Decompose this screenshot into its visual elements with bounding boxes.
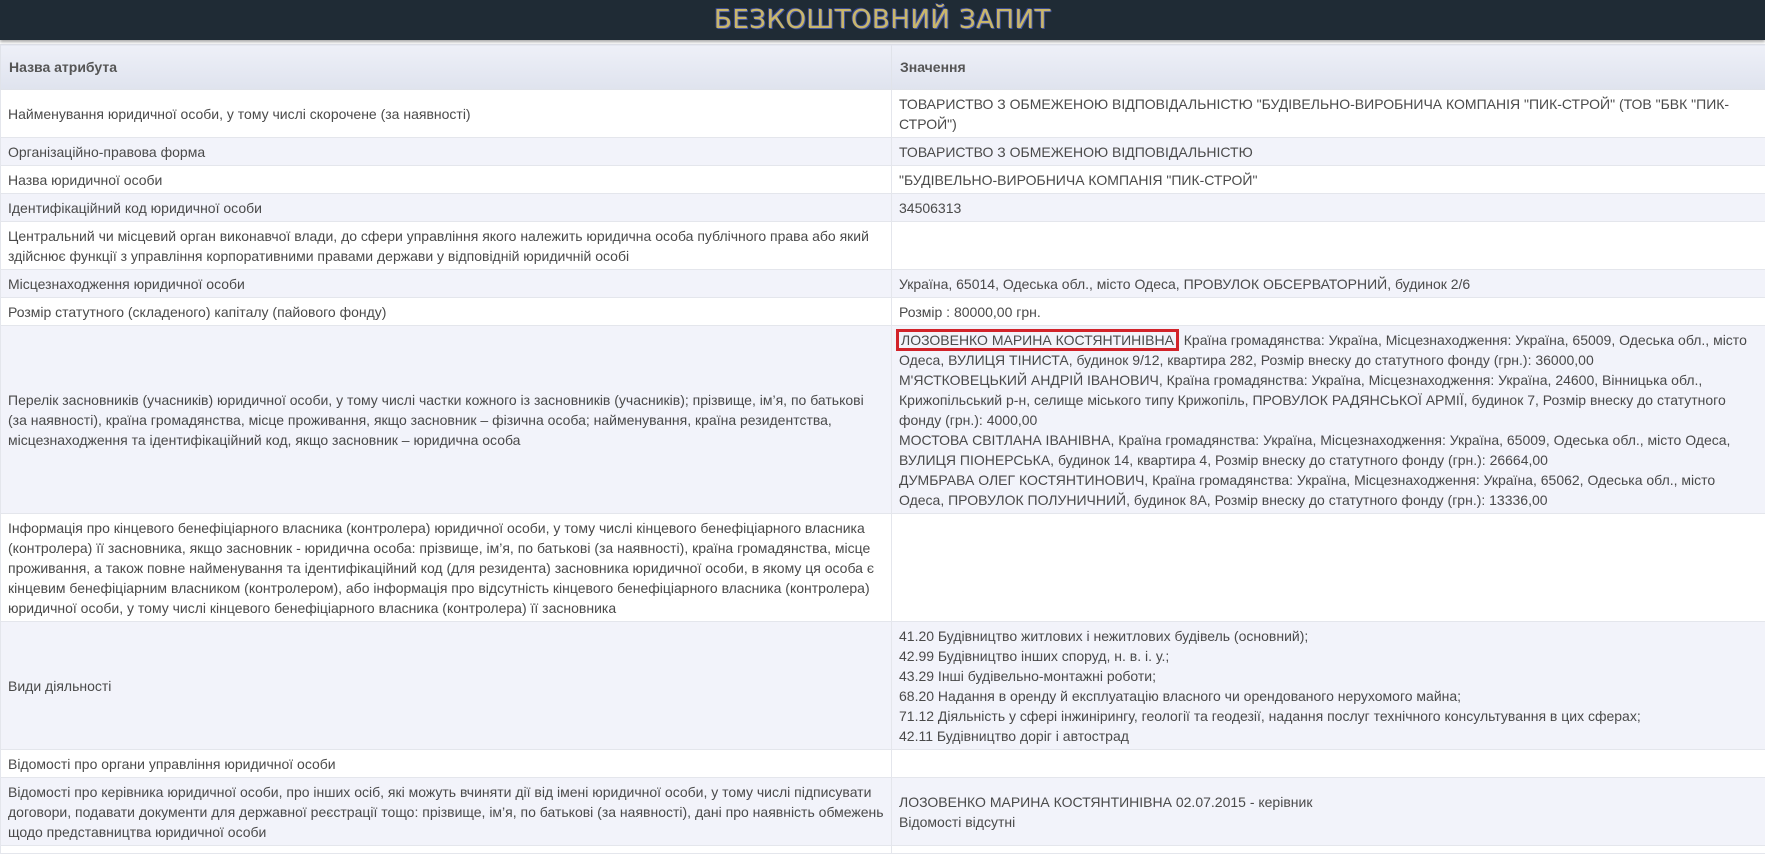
founder-entry: МОСТОВА СВІТЛАНА ІВАНІВНА, Країна громад… — [899, 430, 1759, 470]
value-line: Розмір : 80000,00 грн. — [899, 302, 1759, 322]
table-row: Ідентифікаційний код юридичної особи 3450… — [1, 194, 1765, 222]
value-cell — [892, 222, 1765, 270]
value-line: ТОВАРИСТВО З ОБМЕЖЕНОЮ ВІДПОВІДАЛЬНІСТЮ … — [899, 94, 1759, 134]
table-row: Найменування юридичної особи, у тому чис… — [1, 90, 1765, 138]
table-row: Інформація про кінцевого бенефіціарного … — [1, 514, 1765, 622]
value-cell — [892, 514, 1765, 622]
value-cell — [892, 750, 1765, 778]
value-line: 41.20 Будівництво житлових і нежитлових … — [899, 626, 1759, 646]
table-row: Місцезнаходження юридичної особи Україна,… — [1, 270, 1765, 298]
founder-name: М'ЯСТКОВЕЦЬКИЙ АНДРІЙ ІВАНОВИЧ — [899, 372, 1159, 388]
value-cell: 34506313 — [892, 194, 1765, 222]
column-header-attribute[interactable]: Назва атрибута — [1, 45, 892, 90]
value-line: 42.11 Будівництво доріг і автострад — [899, 726, 1759, 746]
attribute-cell — [1, 846, 892, 854]
founder-name: МОСТОВА СВІТЛАНА ІВАНІВНА — [899, 432, 1110, 448]
attribute-cell: Відомості про керівника юридичної особи,… — [1, 778, 892, 846]
value-line: 34506313 — [899, 198, 1759, 218]
value-cell: ЛОЗОВЕНКО МАРИНА КОСТЯНТИНІВНА 02.07.201… — [892, 778, 1765, 846]
value-line: 43.29 Інші будівельно-монтажні роботи; — [899, 666, 1759, 686]
value-cell: Розмір : 80000,00 грн. — [892, 298, 1765, 326]
attributes-table: Назва атрибута Значення Найменування юри… — [0, 44, 1765, 854]
page-banner: БЕЗКОШТОВНИЙ ЗАПИТ — [0, 0, 1765, 40]
table-row: Види діяльності 41.20 Будівництво житлови… — [1, 622, 1765, 750]
attribute-cell: Найменування юридичної особи, у тому чис… — [1, 90, 892, 138]
value-cell: ТОВАРИСТВО З ОБМЕЖЕНОЮ ВІДПОВІДАЛЬНІСТЮ … — [892, 90, 1765, 138]
founder-entry: ЛОЗОВЕНКО МАРИНА КОСТЯНТИНІВНА, Країна г… — [899, 330, 1759, 370]
attribute-cell: Види діяльності — [1, 622, 892, 750]
table-row: Відомості про керівника юридичної особи,… — [1, 778, 1765, 846]
page-title: БЕЗКОШТОВНИЙ ЗАПИТ — [714, 5, 1051, 35]
founder-entry: ДУМБРАВА ОЛЕГ КОСТЯНТИНОВИЧ, Країна гром… — [899, 470, 1759, 510]
table-row: Перелік засновників (учасників) юридично… — [1, 326, 1765, 514]
table-row: Розмір статутного (складеного) капіталу … — [1, 298, 1765, 326]
table-row: Назва юридичної особи "БУДІВЕЛЬНО-ВИРОБНИ… — [1, 166, 1765, 194]
column-header-value[interactable]: Значення — [892, 45, 1765, 90]
value-line: 71.12 Діяльність у сфері інжинірингу, ге… — [899, 706, 1759, 726]
table-body: Найменування юридичної особи, у тому чис… — [1, 90, 1765, 854]
table-row: Центральний чи місцевий орган виконавчої… — [1, 222, 1765, 270]
attribute-cell: Назва юридичної особи — [1, 166, 892, 194]
founder-entry: М'ЯСТКОВЕЦЬКИЙ АНДРІЙ ІВАНОВИЧ, Країна г… — [899, 370, 1759, 430]
value-cell: "БУДІВЕЛЬНО-ВИРОБНИЧА КОМПАНІЯ "ПИК-СТРО… — [892, 166, 1765, 194]
founder-name-highlighted: ЛОЗОВЕНКО МАРИНА КОСТЯНТИНІВНА — [899, 332, 1176, 348]
attribute-cell: Відомості про органи управління юридично… — [1, 750, 892, 778]
attribute-cell: Інформація про кінцевого бенефіціарного … — [1, 514, 892, 622]
value-cell: ТОВАРИСТВО З ОБМЕЖЕНОЮ ВІДПОВІДАЛЬНІСТЮ — [892, 138, 1765, 166]
value-cell: 41.20 Будівництво житлових і нежитлових … — [892, 622, 1765, 750]
attribute-cell: Організаційно-правова форма — [1, 138, 892, 166]
value-line: 68.20 Надання в оренду й експлуатацію вл… — [899, 686, 1759, 706]
table-row — [1, 846, 1765, 854]
value-cell: ЛОЗОВЕНКО МАРИНА КОСТЯНТИНІВНА, Країна г… — [892, 326, 1765, 514]
attribute-cell: Перелік засновників (учасників) юридично… — [1, 326, 892, 514]
attribute-cell: Місцезнаходження юридичної особи — [1, 270, 892, 298]
value-line: 42.99 Будівництво інших споруд, н. в. і.… — [899, 646, 1759, 666]
attribute-cell: Центральний чи місцевий орган виконавчої… — [1, 222, 892, 270]
value-cell — [892, 846, 1765, 854]
founder-name: ДУМБРАВА ОЛЕГ КОСТЯНТИНОВИЧ — [899, 472, 1144, 488]
value-line: Україна, 65014, Одеська обл., місто Одес… — [899, 274, 1759, 294]
value-line: ТОВАРИСТВО З ОБМЕЖЕНОЮ ВІДПОВІДАЛЬНІСТЮ — [899, 142, 1759, 162]
value-line: ЛОЗОВЕНКО МАРИНА КОСТЯНТИНІВНА 02.07.201… — [899, 792, 1759, 812]
value-cell: Україна, 65014, Одеська обл., місто Одес… — [892, 270, 1765, 298]
attribute-cell: Розмір статутного (складеного) капіталу … — [1, 298, 892, 326]
attribute-cell: Ідентифікаційний код юридичної особи — [1, 194, 892, 222]
table-row: Організаційно-правова форма ТОВАРИСТВО З … — [1, 138, 1765, 166]
value-line: "БУДІВЕЛЬНО-ВИРОБНИЧА КОМПАНІЯ "ПИК-СТРО… — [899, 170, 1759, 190]
value-line: Відомості відсутні — [899, 812, 1759, 832]
table-header-row: Назва атрибута Значення — [1, 45, 1765, 90]
table-row: Відомості про органи управління юридично… — [1, 750, 1765, 778]
